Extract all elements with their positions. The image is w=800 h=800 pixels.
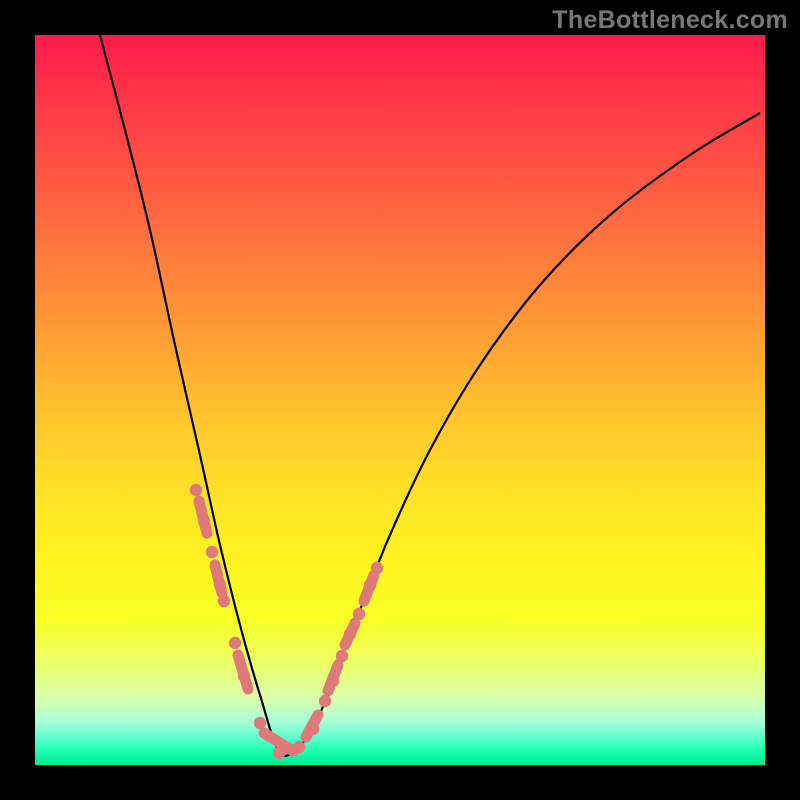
marker-dot xyxy=(293,741,305,753)
marker-dot xyxy=(254,717,266,729)
bottleneck-curve xyxy=(100,35,760,756)
marker-dot xyxy=(319,695,331,707)
marker-dot xyxy=(198,515,210,527)
marker-dot xyxy=(238,670,250,682)
marker-dot xyxy=(229,637,241,649)
marker-segments xyxy=(199,501,374,751)
marker-dot xyxy=(190,484,202,496)
marker-dot xyxy=(364,579,376,591)
marker-dot xyxy=(218,595,230,607)
marker-dot xyxy=(344,628,356,640)
marker-dot xyxy=(214,579,226,591)
marker-dot xyxy=(371,562,383,574)
marker-dot xyxy=(273,747,285,759)
marker-dot xyxy=(327,675,339,687)
marker-dot xyxy=(353,608,365,620)
marker-dot xyxy=(336,650,348,662)
watermark-text: TheBottleneck.com xyxy=(552,6,788,35)
marker-dot xyxy=(307,723,319,735)
marker-dot xyxy=(206,546,218,558)
chart-frame: TheBottleneck.com xyxy=(0,0,800,800)
plot-area xyxy=(35,35,765,765)
curve-layer xyxy=(35,35,765,765)
